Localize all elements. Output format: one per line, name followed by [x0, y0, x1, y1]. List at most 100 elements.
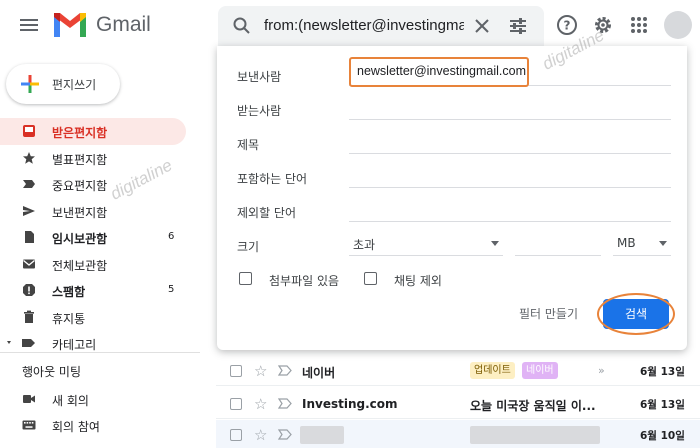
svg-text:?: ? — [564, 19, 571, 33]
gmail-wordmark: Gmail — [96, 13, 151, 36]
chevron-down-icon — [491, 241, 499, 246]
sidebar-item-drafts[interactable]: 임시보관함 6 — [0, 224, 186, 251]
create-filter-button[interactable]: 필터 만들기 — [519, 305, 578, 322]
has-words-input[interactable] — [349, 187, 671, 188]
star-toggle-icon[interactable]: ☆ — [254, 395, 267, 413]
mail-row[interactable]: ☆ 네이버 업데이트 네이버 » 6월 13일 — [216, 356, 700, 386]
sidebar-nav: 받은편지함 별표편지함 중요편지함 보낸편지함 임시보관함 6 전체보관함 스팸… — [0, 118, 186, 357]
doesnt-have-label: 제외할 단어 — [237, 206, 297, 220]
mail-date: 6월 13일 — [640, 399, 685, 411]
size-operator-select[interactable]: 초과 — [349, 230, 503, 256]
to-label: 받는사람 — [237, 104, 282, 118]
search-bar[interactable]: from:(newsletter@investingmail.c — [218, 6, 544, 46]
search-icon[interactable] — [232, 16, 252, 36]
has-words-label: 포함하는 단어 — [237, 172, 308, 186]
main-menu-icon[interactable] — [18, 16, 40, 36]
important-label-icon — [23, 180, 35, 188]
apps-grid-icon[interactable] — [628, 14, 650, 36]
size-value-input[interactable] — [515, 230, 601, 256]
sidebar-item-label: 별표편지함 — [52, 152, 108, 167]
mail-icon — [23, 259, 35, 268]
mail-sender: Investing.com — [302, 397, 398, 411]
send-icon — [23, 205, 35, 216]
doesnt-have-field[interactable]: 제외할 단어 — [237, 196, 671, 224]
search-options-icon[interactable] — [508, 16, 528, 36]
annotation-highlight — [349, 57, 529, 87]
sidebar-item-label: 전체보관함 — [52, 258, 108, 273]
important-marker-icon[interactable] — [278, 365, 292, 376]
mail-date: 6월 10일 — [640, 430, 685, 442]
category-badge[interactable]: 업데이트 — [470, 362, 515, 379]
subject-field[interactable]: 제목 — [237, 128, 671, 156]
size-unit-select[interactable]: MB — [613, 230, 671, 256]
account-avatar[interactable] — [664, 11, 692, 39]
sidebar-item-spam[interactable]: 스팸함 5 — [0, 277, 186, 304]
size-operator-value: 초과 — [353, 238, 376, 252]
chevron-down-icon — [659, 241, 667, 246]
join-meeting-item[interactable]: 회의 참여 — [0, 413, 200, 437]
meet-section: 행아웃 미팅 새 회의 회의 참여 — [0, 352, 200, 434]
gmail-logo-icon[interactable] — [52, 10, 88, 40]
sidebar-item-label: 받은편지함 — [52, 126, 108, 140]
select-checkbox[interactable] — [230, 365, 242, 377]
spam-icon — [23, 284, 35, 296]
compose-button[interactable]: 편지쓰기 — [6, 64, 120, 104]
sidebar-item-label: 카테고리 — [52, 338, 97, 352]
advanced-search-panel: 보낸사람 newsletter@investingmail.com 받는사람 제… — [217, 46, 687, 350]
sidebar-item-sent[interactable]: 보낸편지함 — [0, 198, 186, 225]
select-checkbox[interactable] — [230, 429, 242, 441]
sidebar-item-trash[interactable]: 휴지통 — [0, 304, 186, 331]
new-meeting-item[interactable]: 새 회의 — [0, 387, 200, 411]
sidebar-item-inbox[interactable]: 받은편지함 — [0, 118, 186, 145]
mail-sender: 네이버 — [302, 366, 336, 380]
star-icon — [23, 151, 35, 164]
to-field[interactable]: 받는사람 — [237, 94, 671, 122]
trash-icon — [24, 310, 34, 323]
from-field[interactable]: 보낸사람 newsletter@investingmail.com — [237, 57, 671, 88]
unread-count: 5 — [168, 284, 175, 295]
label-icon — [7, 339, 35, 347]
important-marker-icon[interactable] — [278, 398, 292, 409]
annotation-circle — [597, 293, 675, 335]
checkbox-box[interactable] — [239, 272, 252, 285]
size-field: 크기 초과 MB — [237, 230, 671, 258]
sidebar-item-label: 보낸편지함 — [52, 205, 108, 220]
unread-count: 6 — [168, 231, 175, 242]
important-marker-icon[interactable] — [278, 429, 292, 440]
meet-title: 행아웃 미팅 — [22, 365, 82, 379]
inbox-icon — [23, 125, 35, 137]
subject-input[interactable] — [349, 153, 671, 154]
has-words-field[interactable]: 포함하는 단어 — [237, 162, 671, 190]
size-unit-value: MB — [617, 236, 636, 250]
mail-row[interactable]: ☆ 6월 10일 — [216, 420, 700, 448]
mail-row[interactable]: ☆ Investing.com 오늘 미국장 움직일 이... 6월 13일 — [216, 389, 700, 419]
join-meeting-label: 회의 참여 — [52, 420, 100, 434]
checkbox-box[interactable] — [364, 272, 377, 285]
exclude-chats-label: 채팅 제외 — [394, 274, 442, 288]
doesnt-have-input[interactable] — [349, 221, 671, 222]
has-attachment-label: 첨부파일 있음 — [269, 274, 340, 288]
star-toggle-icon[interactable]: ☆ — [254, 362, 267, 380]
search-input[interactable]: from:(newsletter@investingmail.c — [264, 17, 464, 34]
subject-label: 제목 — [237, 138, 260, 152]
to-input[interactable] — [349, 119, 671, 120]
sidebar-item-all-mail[interactable]: 전체보관함 — [0, 251, 186, 278]
clear-search-icon[interactable] — [472, 16, 492, 36]
draft-icon — [25, 231, 34, 243]
sidebar-item-label: 스팸함 — [52, 285, 86, 299]
plus-icon — [21, 75, 39, 93]
video-camera-icon — [23, 395, 35, 403]
label-badge[interactable]: 네이버 — [522, 362, 558, 379]
compose-label: 편지쓰기 — [52, 78, 97, 92]
new-meeting-label: 새 회의 — [52, 394, 89, 408]
keyboard-icon — [22, 420, 36, 430]
sidebar-item-label: 중요편지함 — [52, 179, 108, 193]
mail-snippet: 오늘 미국장 움직일 이... — [470, 399, 596, 413]
more-labels-indicator: » — [598, 364, 605, 377]
help-icon[interactable]: ? — [556, 14, 578, 36]
redacted-subject — [470, 426, 600, 444]
redacted-sender — [300, 426, 344, 444]
star-toggle-icon[interactable]: ☆ — [254, 426, 267, 444]
select-checkbox[interactable] — [230, 398, 242, 410]
mail-date: 6월 13일 — [640, 366, 685, 378]
